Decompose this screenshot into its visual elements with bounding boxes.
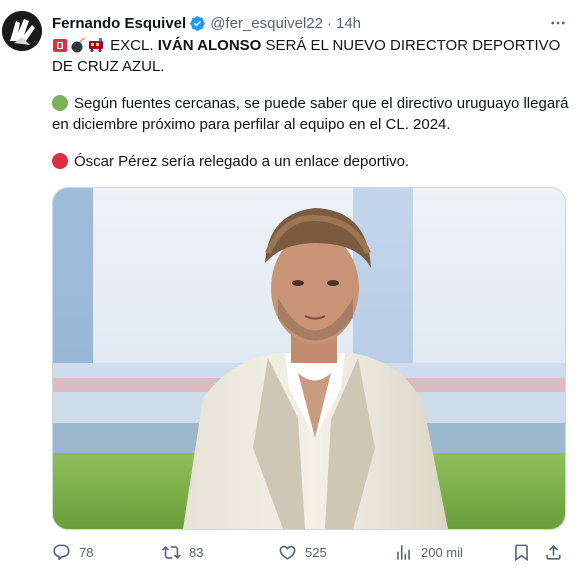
green-circle-icon (52, 95, 68, 111)
tweet-actions: 78 83 525 200 mil (52, 540, 564, 564)
excl-prefix: EXCL. (110, 37, 154, 54)
separator-dot: · (327, 14, 332, 32)
train-icon (89, 38, 103, 52)
tweet-headline: EXCL. IVÁN ALONSO SERÁ EL NUEVO DIRECTOR… (52, 35, 572, 77)
views-count: 200 mil (421, 544, 463, 560)
tweet[interactable]: Fernando Esquivel @fer_esquivel22 · 14h (0, 0, 584, 573)
timestamp[interactable]: 14h (336, 15, 361, 32)
retweet-icon (162, 545, 181, 559)
like-count: 525 (305, 544, 327, 560)
bookmark-icon (515, 544, 528, 561)
analytics-icon (397, 544, 410, 560)
tweet-text: EXCL. IVÁN ALONSO SERÁ EL NUEVO DIRECTOR… (52, 35, 572, 172)
share-icon (546, 544, 561, 560)
bomb-icon (71, 37, 85, 53)
reply-count: 78 (79, 544, 94, 560)
paragraph-2-text: Según fuentes cercanas, se puede saber q… (52, 95, 569, 133)
rotating-light-icon (53, 39, 67, 52)
author-handle[interactable]: @fer_esquivel22 (210, 15, 323, 32)
verified-badge-icon (190, 15, 205, 31)
tweet-photo[interactable] (52, 187, 566, 530)
red-circle-icon (52, 153, 68, 169)
views-button[interactable]: 200 mil (394, 540, 463, 564)
author-name[interactable]: Fernando Esquivel (52, 15, 186, 32)
like-button[interactable]: 525 (278, 540, 327, 564)
reply-button[interactable]: 78 (52, 540, 93, 564)
retweet-count: 83 (189, 544, 204, 560)
more-options-icon[interactable] (546, 11, 570, 35)
tweet-header: Fernando Esquivel @fer_esquivel22 · 14h (52, 13, 570, 33)
avatar[interactable] (2, 11, 42, 51)
paragraph-3-text: Óscar Pérez sería relegado a un enlace d… (74, 153, 410, 170)
reply-icon (53, 544, 70, 560)
bookmark-button[interactable] (512, 540, 539, 564)
heart-icon (279, 545, 296, 560)
player-name: IVÁN ALONSO (157, 37, 262, 54)
share-button[interactable] (544, 540, 571, 564)
tweet-paragraph-2: Según fuentes cercanas, se puede saber q… (52, 93, 572, 135)
tweet-paragraph-3: Óscar Pérez sería relegado a un enlace d… (52, 151, 572, 172)
retweet-button[interactable]: 83 (162, 540, 203, 564)
